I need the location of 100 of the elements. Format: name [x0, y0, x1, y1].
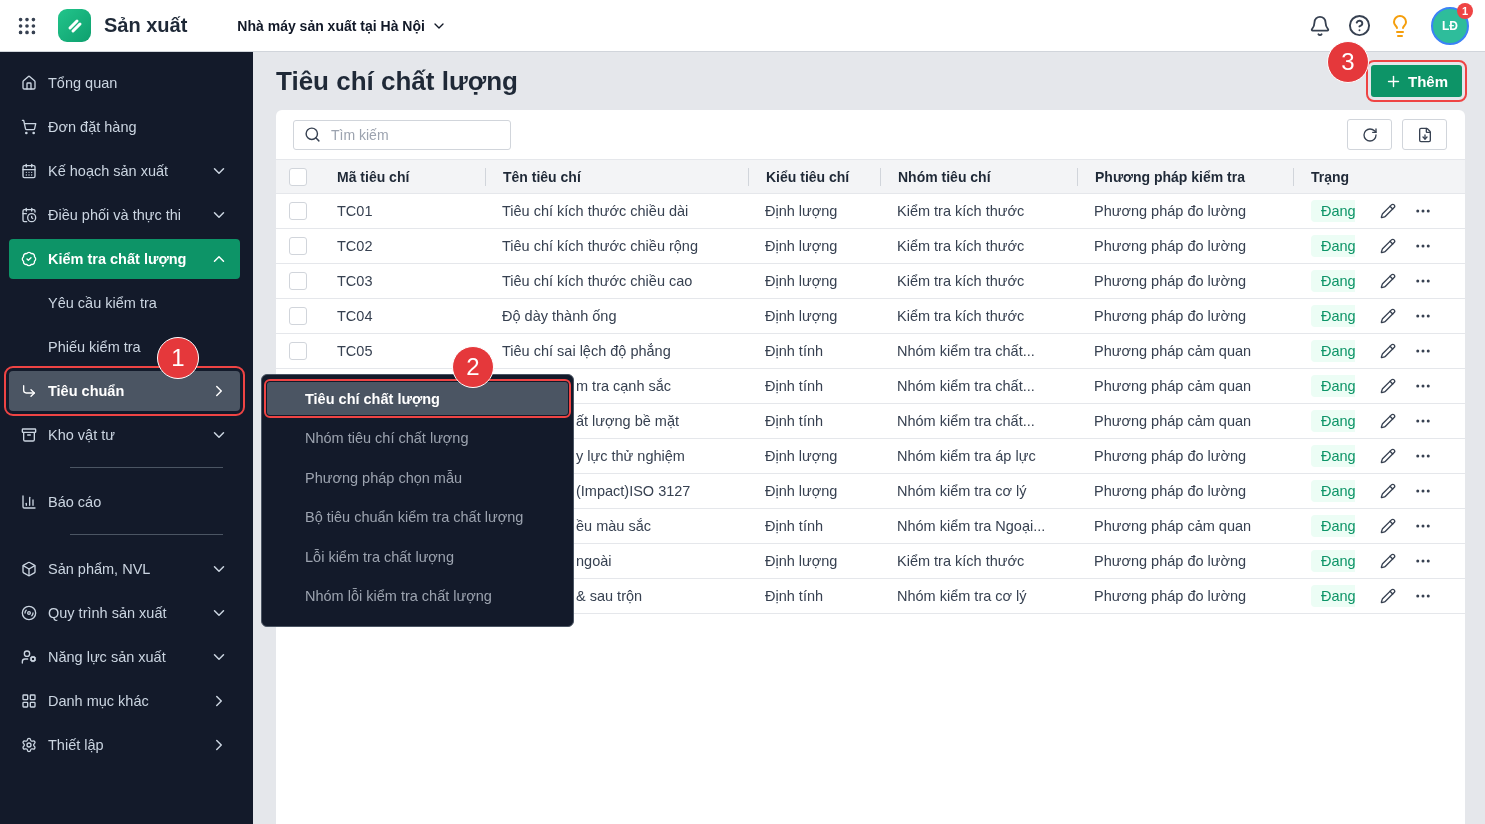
checkbox[interactable] [289, 167, 307, 186]
table-cell-text: (Impact)ISO 3127 [575, 483, 692, 499]
status-tag: Đang [1311, 305, 1355, 327]
table-cell-text: TC01 [336, 203, 374, 219]
table-cell-text: Nhóm kiểm tra chất... [896, 378, 1036, 394]
table-cell-text: Phương pháp đo lường [1093, 483, 1248, 499]
checkbox[interactable] [289, 202, 307, 220]
table-cell-text: Phương pháp cảm quan [1093, 343, 1253, 359]
edit-icon[interactable] [1380, 553, 1396, 569]
table-cell-text: TC03 [336, 273, 374, 289]
table-cell-text: ất lượng bề mặt [575, 413, 681, 429]
table-cell-text: Nhóm kiểm tra cơ lý [896, 588, 1028, 604]
status-tag: Đang [1311, 375, 1355, 397]
edit-icon[interactable] [1380, 518, 1396, 534]
edit-icon[interactable] [1380, 238, 1396, 254]
edit-icon[interactable] [1380, 378, 1396, 394]
table-cell-text: Định lượng [764, 273, 839, 289]
sidebar-item[interactable]: Kho vật tư [9, 415, 240, 455]
table-cell-text: m tra cạnh sắc [575, 378, 673, 394]
edit-icon[interactable] [1380, 203, 1396, 219]
table-cell-text: Định lượng [764, 448, 839, 464]
notification-bell-icon[interactable] [1309, 14, 1331, 37]
sidebar-item[interactable]: Sản phẩm, NVL [9, 549, 240, 589]
sidebar-item[interactable]: Kiểm tra chất lượng [9, 239, 240, 279]
return-arrow-icon [21, 383, 37, 399]
table-cell-text: Tiêu chí sai lệch độ phẳng [501, 343, 672, 359]
edit-icon[interactable] [1380, 273, 1396, 289]
help-icon[interactable] [1348, 14, 1371, 37]
edit-icon[interactable] [1380, 448, 1396, 464]
table-cell-text: Phương pháp đo lường [1093, 203, 1248, 219]
search-icon [304, 126, 321, 143]
table-cell-text: TC02 [336, 238, 374, 254]
table-cell-text: Định lượng [764, 238, 839, 254]
table-cell-text: Định tính [764, 343, 825, 359]
edit-icon[interactable] [1380, 343, 1396, 359]
edit-icon[interactable] [1380, 308, 1396, 324]
sidebar-item[interactable]: Danh mục khác [9, 681, 240, 721]
sidebar-item[interactable]: Kế hoạch sản xuất [9, 151, 240, 191]
table-cell-text: TC05 [336, 343, 374, 359]
table-cell-text: Định lượng [764, 308, 839, 324]
table-cell-text: Nhóm kiểm tra cơ lý [896, 483, 1028, 499]
table-cell-text: Định tính [764, 413, 825, 429]
flyout-menu-item[interactable]: Phương pháp chọn mẫu [267, 461, 568, 495]
table-cell-text: Nhóm kiểm tra chất... [896, 343, 1036, 359]
sidebar-subitem[interactable]: Phiếu kiểm tra [9, 327, 153, 367]
column-header: Nhóm tiêu chí [880, 167, 1077, 186]
table-cell-text: Tiêu chí kích thước chiều cao [501, 273, 694, 289]
column-header: Mã tiêu chí [336, 167, 411, 186]
table-cell-text: Phương pháp cảm quan [1093, 518, 1253, 534]
status-tag: Đang [1311, 410, 1355, 432]
sidebar-item[interactable]: Điều phối và thực thi [9, 195, 240, 235]
table-cell-text: Phương pháp đo lường [1093, 238, 1248, 254]
sidebar-item[interactable]: Năng lực sản xuất [9, 637, 240, 677]
checkbox[interactable] [289, 272, 307, 290]
table-cell-text: Phương pháp đo lường [1093, 273, 1248, 289]
table-cell-text: Độ dày thành ống [501, 308, 618, 324]
table-cell-text: Tiêu chí kích thước chiều rộng [501, 238, 699, 254]
flyout-menu-item[interactable]: Bộ tiêu chuẩn kiểm tra chất lượng [267, 500, 568, 534]
table-cell-text: Phương pháp cảm quan [1093, 378, 1253, 394]
status-tag: Đang [1311, 445, 1355, 467]
refresh-button[interactable] [1347, 119, 1392, 150]
factory-select[interactable]: Nhà máy sản xuất tại Hà Nội [237, 17, 447, 34]
step-number-marker: 1 [157, 337, 199, 379]
table-cell-text: y lực thử nghiệm [575, 448, 686, 464]
notification-badge: 1 [1457, 2, 1473, 19]
export-button[interactable] [1402, 119, 1447, 150]
sidebar-item[interactable]: Báo cáo [9, 482, 240, 522]
edit-icon[interactable] [1380, 413, 1396, 429]
table-cell-text: ngoài [575, 553, 613, 569]
table-cell-text: Kiểm tra kích thước [896, 553, 1026, 569]
status-tag: Đang [1311, 585, 1355, 607]
table-cell-text: Nhóm kiểm tra áp lực [896, 448, 1037, 464]
table-cell-text: Kiểm tra kích thước [896, 203, 1026, 219]
column-header: Phương pháp kiểm tra [1077, 167, 1293, 186]
edit-icon[interactable] [1380, 588, 1396, 604]
table-cell-text: Phương pháp cảm quan [1093, 413, 1253, 429]
table-cell-text: Nhóm kiểm tra Ngoại... [896, 518, 1047, 534]
table-cell-text: Kiểm tra kích thước [896, 308, 1026, 324]
refresh-icon [1361, 126, 1378, 143]
table-cell-text: Định lượng [764, 483, 839, 499]
sidebar-item[interactable]: Tổng quan [9, 63, 240, 103]
table-cell-text: Tiêu chí kích thước chiều dài [501, 203, 690, 219]
checkbox[interactable] [289, 307, 307, 325]
sidebar-item[interactable]: Thiết lập [9, 725, 240, 765]
flyout-menu-item[interactable]: Nhóm tiêu chí chất lượng [267, 421, 568, 455]
table-cell-text: Định lượng [764, 203, 839, 219]
sidebar-item[interactable]: Đơn đặt hàng [9, 107, 240, 147]
column-header: Trạng [1293, 167, 1355, 186]
flyout-menu-item[interactable]: Nhóm lỗi kiểm tra chất lượng [267, 579, 568, 613]
flyout-menu-item[interactable]: Lỗi kiểm tra chất lượng [267, 540, 568, 574]
checkbox[interactable] [289, 237, 307, 255]
sidebar-item[interactable]: Quy trình sản xuất [9, 593, 240, 633]
status-tag: Đang [1311, 515, 1355, 537]
search-field[interactable]: Tìm kiếm [293, 119, 511, 150]
flyout-menu-item[interactable]: Tiêu chí chất lượng [267, 382, 568, 415]
table-cell-text: Định tính [764, 518, 825, 534]
edit-icon[interactable] [1380, 483, 1396, 499]
checkbox[interactable] [289, 342, 307, 360]
column-header: Kiểu tiêu chí [748, 167, 880, 186]
sidebar-subitem[interactable]: Yêu cầu kiểm tra [9, 283, 169, 323]
